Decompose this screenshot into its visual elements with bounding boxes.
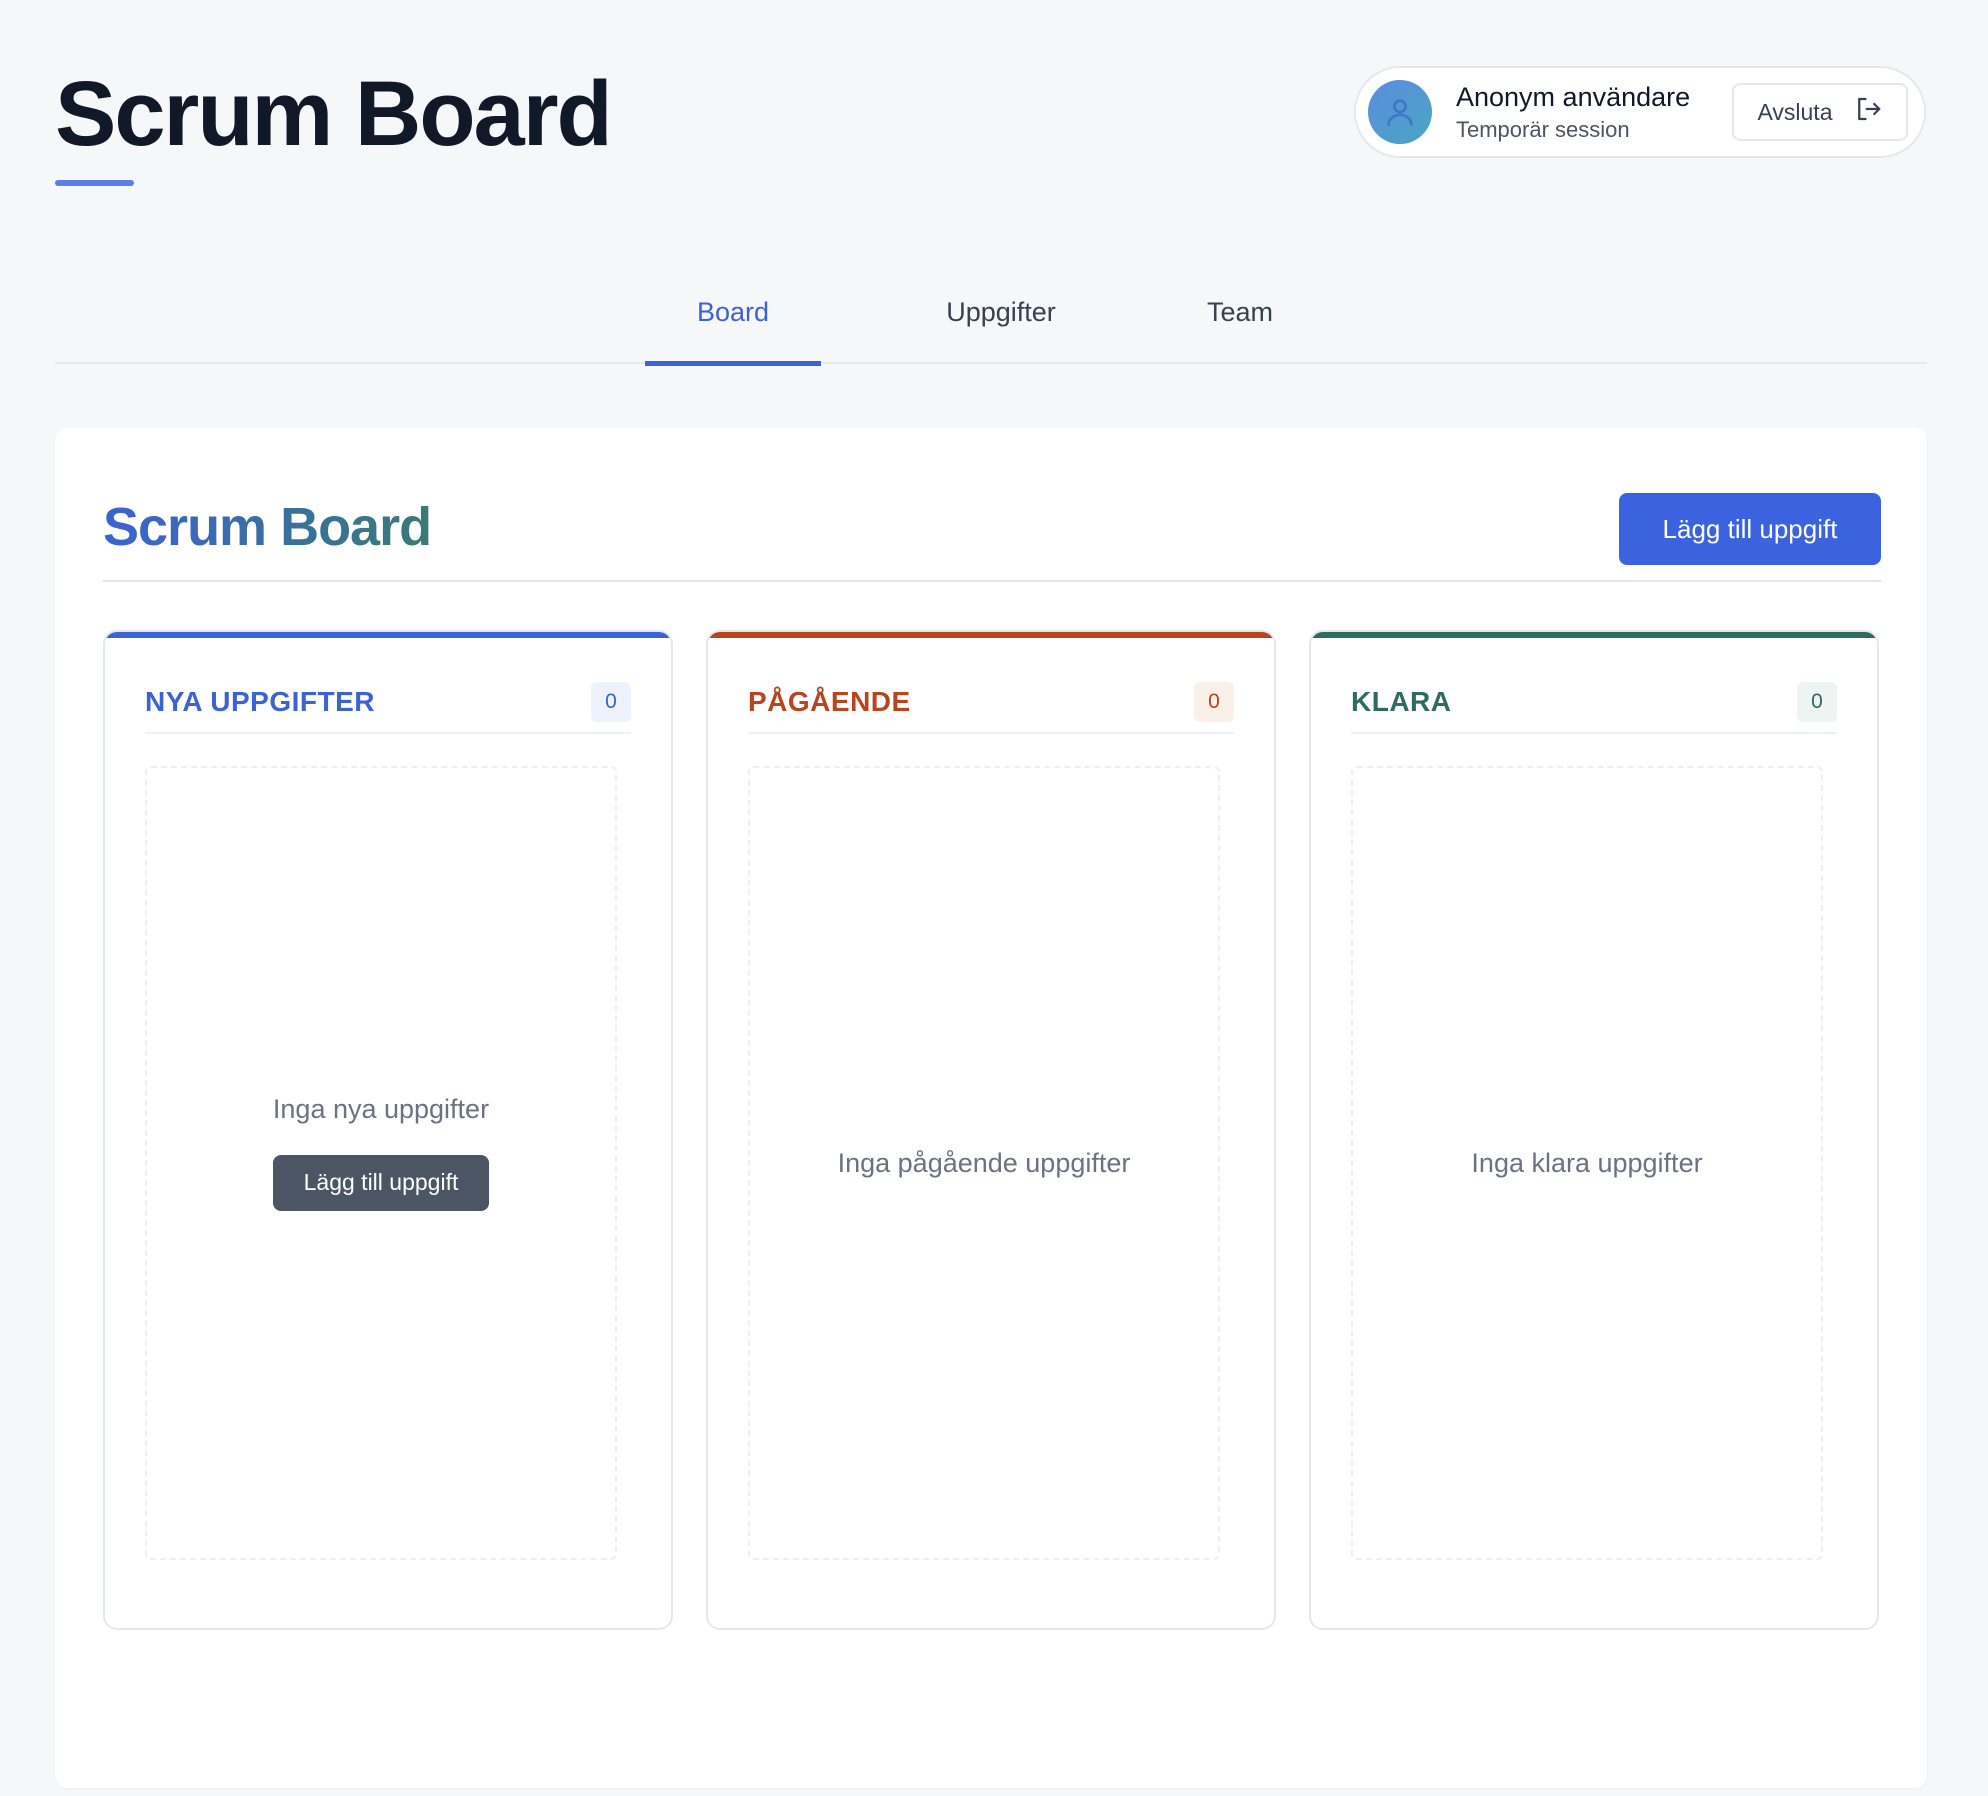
user-card: Anonym användare Temporär session Avslut… — [1354, 66, 1926, 158]
column-new-topbar — [105, 632, 671, 638]
tab-team-label: Team — [1206, 296, 1274, 327]
column-in-progress-dropzone[interactable]: Inga pågående uppgifter — [748, 766, 1220, 1560]
column-done-count-badge: 0 — [1797, 682, 1837, 722]
logout-button[interactable]: Avsluta — [1732, 83, 1908, 141]
column-in-progress-count-badge: 0 — [1194, 682, 1234, 722]
tab-bar: Board Uppgifter Team — [55, 260, 1927, 366]
app-title: Scrum Board — [55, 63, 613, 165]
column-new-empty-text: Inga nya uppgifter — [272, 1093, 490, 1124]
user-avatar-icon — [1368, 80, 1432, 144]
column-done-header: KLARA 0 — [1351, 672, 1837, 734]
column-in-progress-topbar — [708, 632, 1274, 638]
column-new-header: NYA UPPGIFTER 0 — [145, 672, 631, 734]
tab-team[interactable]: Team — [1165, 260, 1315, 364]
column-done-topbar — [1311, 632, 1877, 638]
tab-board[interactable]: Board — [645, 260, 821, 366]
column-new: NYA UPPGIFTER 0 Inga nya uppgifter Lägg … — [103, 630, 673, 1630]
logout-icon — [1853, 94, 1883, 130]
column-new-count-badge: 0 — [591, 682, 631, 722]
board-panel: Scrum Board Lägg till uppgift NYA UPPGIF… — [55, 428, 1927, 1788]
user-name: Anonym användare — [1456, 81, 1691, 112]
logout-label: Avsluta — [1757, 98, 1833, 125]
user-info: Anonym användare Temporär session — [1456, 81, 1732, 143]
title-underline — [55, 180, 134, 186]
column-in-progress-title: PÅGÅENDE — [748, 686, 911, 717]
column-done-dropzone[interactable]: Inga klara uppgifter — [1351, 766, 1823, 1560]
tab-uppgifter[interactable]: Uppgifter — [913, 260, 1089, 364]
user-session: Temporär session — [1456, 117, 1630, 143]
board-divider — [103, 580, 1881, 582]
column-new-dropzone[interactable]: Inga nya uppgifter Lägg till uppgift — [145, 766, 617, 1560]
tab-uppgifter-label: Uppgifter — [946, 296, 1056, 327]
column-new-add-button[interactable]: Lägg till uppgift — [273, 1154, 489, 1211]
column-done-empty-text: Inga klara uppgifter — [1471, 1147, 1703, 1178]
column-done: KLARA 0 Inga klara uppgifter — [1309, 630, 1879, 1630]
add-task-button[interactable]: Lägg till uppgift — [1619, 493, 1881, 565]
tab-board-label: Board — [696, 296, 770, 327]
column-in-progress-header: PÅGÅENDE 0 — [748, 672, 1234, 734]
board-heading: Scrum Board — [103, 497, 432, 557]
column-in-progress-empty-text: Inga pågående uppgifter — [837, 1147, 1131, 1178]
column-new-title: NYA UPPGIFTER — [145, 686, 376, 717]
column-done-title: KLARA — [1351, 686, 1452, 717]
column-in-progress: PÅGÅENDE 0 Inga pågående uppgifter — [706, 630, 1276, 1630]
